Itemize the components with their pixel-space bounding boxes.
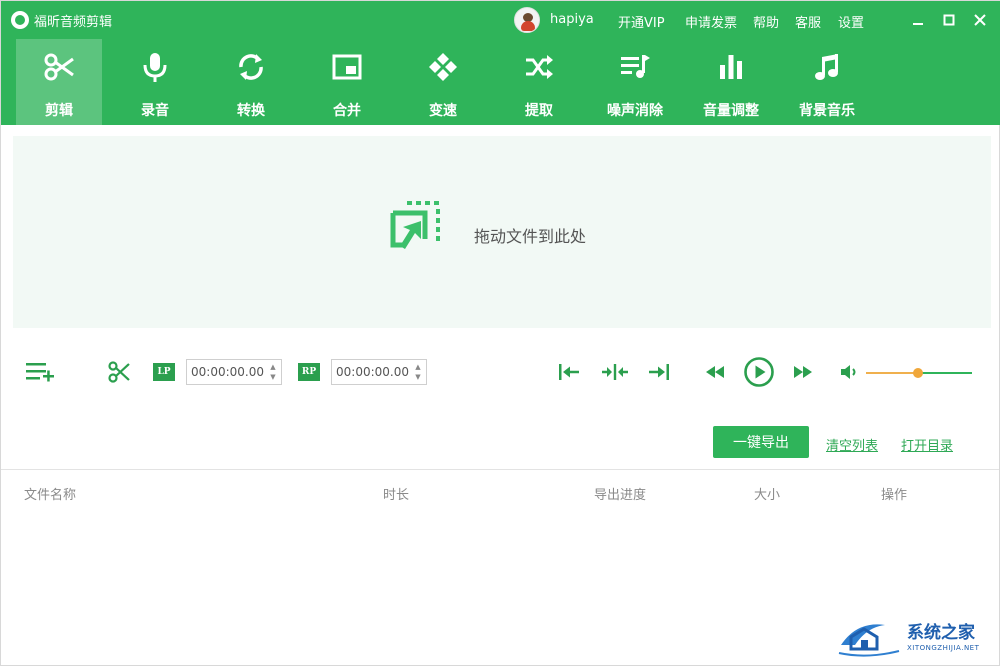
app-title: 福昕音频剪辑 [34, 15, 113, 30]
drop-hint-text: 拖动文件到此处 [474, 227, 587, 246]
tool-label: 剪辑 [45, 103, 73, 119]
lp-time-field[interactable]: ▲ ▼ [186, 359, 282, 385]
shuffle-icon [526, 55, 553, 79]
menu-help[interactable]: 帮助 [753, 12, 779, 31]
export-button[interactable]: 一键导出 [713, 426, 809, 458]
watermark-text: 系统之家 [907, 623, 975, 643]
noise-removal-icon [621, 55, 650, 78]
spin-down-icon[interactable]: ▼ [268, 372, 278, 382]
column-header-duration: 时长 [383, 488, 410, 503]
column-header-export-progress: 导出进度 [594, 488, 647, 503]
speed-icon [429, 53, 457, 81]
tool-noise-removal[interactable]: 噪声消除 [592, 39, 678, 125]
speaker-icon [841, 365, 856, 379]
tool-extract[interactable]: 提取 [496, 39, 582, 125]
tool-label: 合并 [333, 103, 361, 119]
drop-file-icon [390, 201, 440, 249]
go-to-end-button[interactable] [647, 362, 671, 382]
rp-time-input[interactable] [336, 363, 412, 381]
fast-forward-icon [794, 366, 812, 378]
username[interactable]: hapiya [550, 12, 594, 27]
tool-label: 变速 [429, 103, 457, 119]
menu-open-vip[interactable]: 开通VIP [618, 12, 665, 31]
go-to-center-icon [602, 364, 628, 380]
app-window: 福昕音频剪辑 hapiya 开通VIP 申请发票 帮助 客服 设置 剪辑 录音 … [0, 0, 1000, 666]
minimize-icon[interactable] [908, 10, 928, 30]
menu-customer-service[interactable]: 客服 [795, 12, 821, 31]
tool-label: 音量调整 [703, 103, 759, 119]
play-button[interactable] [743, 356, 775, 388]
microphone-icon [143, 53, 167, 82]
volume-slider-handle[interactable] [912, 368, 923, 378]
cut-button[interactable] [107, 360, 131, 384]
merge-icon [332, 54, 362, 80]
main-toolbar: 剪辑 录音 转换 合并 变速 提取 噪声消除 音量调整 背景音乐 [1, 39, 1000, 125]
volume-slider[interactable] [866, 368, 972, 378]
open-directory-link[interactable]: 打开目录 [901, 435, 953, 454]
tool-convert[interactable]: 转换 [208, 39, 294, 125]
tool-cut[interactable]: 剪辑 [16, 39, 102, 125]
volume-slider-fill [866, 372, 918, 374]
app-logo-icon [11, 11, 29, 29]
column-header-size: 大小 [754, 488, 781, 503]
maximize-icon[interactable] [939, 10, 959, 30]
rewind-icon [706, 366, 724, 378]
menu-apply-invoice[interactable]: 申请发票 [685, 12, 737, 31]
rp-tag: RP [298, 363, 320, 381]
column-header-filename: 文件名称 [24, 488, 77, 503]
go-to-start-button[interactable] [557, 362, 581, 382]
go-to-center-button[interactable] [601, 362, 629, 382]
volume-button[interactable] [839, 363, 859, 381]
title-bar: 福昕音频剪辑 hapiya 开通VIP 申请发票 帮助 客服 设置 [1, 1, 1000, 39]
spin-up-icon[interactable]: ▲ [268, 362, 278, 372]
menu-settings[interactable]: 设置 [838, 12, 864, 31]
tool-label: 转换 [237, 103, 265, 119]
tool-speed[interactable]: 变速 [400, 39, 486, 125]
spin-up-icon[interactable]: ▲ [413, 362, 423, 372]
rewind-button[interactable] [704, 363, 726, 381]
tool-record[interactable]: 录音 [112, 39, 198, 125]
music-note-icon [815, 54, 838, 80]
scissors-icon [108, 361, 130, 383]
tool-label: 提取 [525, 103, 553, 119]
go-to-end-icon [649, 364, 669, 380]
tool-background-music[interactable]: 背景音乐 [784, 39, 870, 125]
convert-icon [239, 54, 263, 80]
add-file-button[interactable] [25, 360, 57, 384]
avatar[interactable] [514, 7, 540, 33]
scissors-icon [44, 53, 74, 81]
lp-tag: LP [153, 363, 175, 381]
drop-zone[interactable]: 拖动文件到此处 [13, 136, 991, 328]
close-icon[interactable] [970, 10, 990, 30]
tool-label: 录音 [141, 103, 169, 119]
watermark-subtext: XITONGZHIJIA.NET [907, 644, 980, 652]
spin-down-icon[interactable]: ▼ [413, 372, 423, 382]
fast-forward-button[interactable] [792, 363, 814, 381]
volume-bars-icon [720, 55, 742, 79]
table-divider [1, 469, 999, 470]
play-icon [744, 357, 774, 387]
go-to-start-icon [559, 364, 579, 380]
tool-label: 背景音乐 [799, 103, 855, 119]
clear-list-link[interactable]: 清空列表 [826, 435, 878, 454]
column-header-actions: 操作 [881, 488, 908, 503]
tool-merge[interactable]: 合并 [304, 39, 390, 125]
rp-time-field[interactable]: ▲ ▼ [331, 359, 427, 385]
lp-time-input[interactable] [191, 363, 267, 381]
add-list-icon [26, 363, 54, 382]
tool-volume-adjust[interactable]: 音量调整 [688, 39, 774, 125]
tool-label: 噪声消除 [607, 103, 663, 119]
